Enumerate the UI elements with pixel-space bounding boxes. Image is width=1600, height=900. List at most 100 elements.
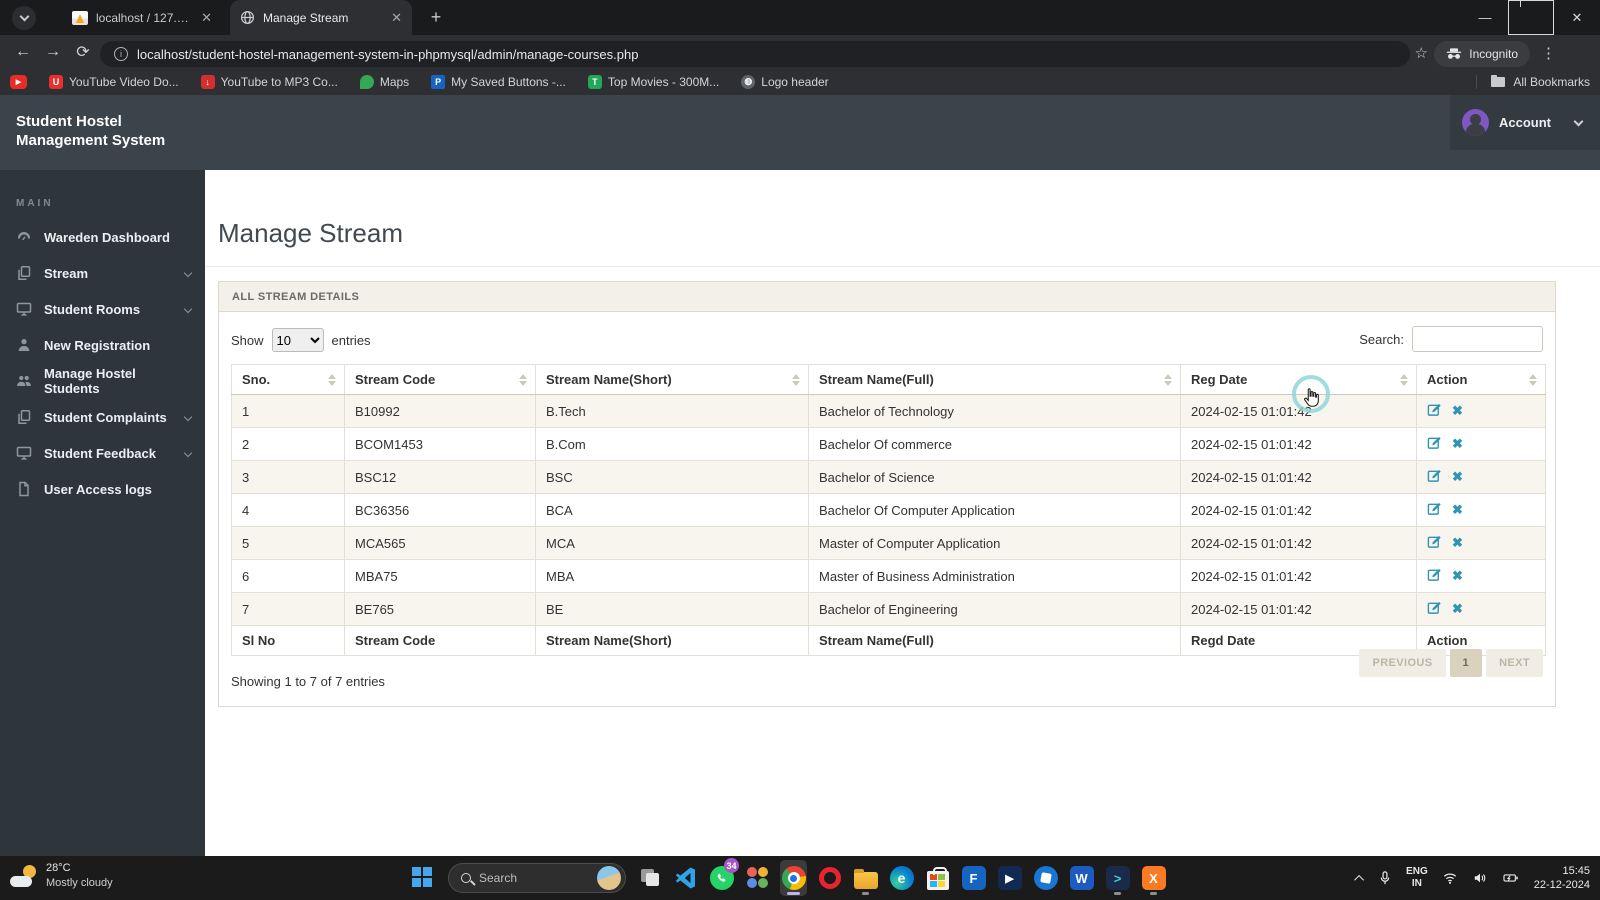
edit-icon[interactable] [1427,501,1442,519]
taskbar-icon-opera[interactable] [816,860,843,896]
col-header-sno[interactable]: Sno. [231,364,345,395]
volume-icon[interactable] [1472,871,1488,885]
reload-button[interactable]: ⟳ [68,42,98,62]
sidebar-item-student-complaints[interactable]: Student Complaints [0,399,205,435]
clock[interactable]: 15:45 22-12-2024 [1534,864,1590,892]
sidebar-item-manage-hostel-students[interactable]: Manage Hostel Students [0,363,205,399]
date-label: 22-12-2024 [1533,879,1590,891]
main-content: Manage Stream ALL STREAM DETAILS Show 10… [205,170,1600,856]
back-button[interactable]: ← [8,43,38,61]
microphone-icon[interactable] [1378,870,1392,886]
tab-title: Manage Stream [263,10,349,25]
sidebar-item-student-feedback[interactable]: Student Feedback [0,435,205,471]
tab-title: localhost / 127.0.0.1 / hostel | p [96,10,194,25]
taskbar-icon-camtasia[interactable]: ▶ [996,860,1023,896]
start-button[interactable] [412,867,433,888]
bookmark-label: YouTube Video Do... [69,74,179,89]
bookmark-top-movies-300m[interactable]: T Top Movies - 300M... [587,74,719,89]
taskbar-icon-vscode[interactable] [672,860,699,896]
edit-icon[interactable] [1427,402,1442,420]
sidebar-item-stream[interactable]: Stream [0,255,205,291]
sidebar-item-wareden-dashboard[interactable]: Wareden Dashboard [0,219,205,255]
edit-icon[interactable] [1427,468,1442,486]
window-close-button[interactable]: ✕ [1554,0,1600,35]
all-bookmarks-button[interactable]: All Bookmarks [1476,74,1590,89]
delete-icon[interactable]: ✖ [1452,502,1463,518]
new-tab-button[interactable]: + [424,6,448,30]
bookmark-youtube[interactable]: ▶ [10,74,27,89]
account-menu[interactable]: Account [1450,95,1600,150]
window-restore-button[interactable] [1508,0,1554,35]
col-header-stream-name-full[interactable]: Stream Name(Full) [808,364,1181,395]
close-icon[interactable]: ✕ [391,10,402,26]
wifi-icon[interactable] [1442,871,1458,885]
taskbar-icon-photos[interactable] [744,860,771,896]
sidebar: MAIN Wareden Dashboard Stream Student Room… [0,170,205,856]
cell-sno: 3 [231,460,345,494]
bookmark-logo-header[interactable]: ◍ Logo header [741,74,829,89]
taskbar-search[interactable]: Search [448,863,626,893]
browser-tab-phpmyadmin[interactable]: localhost / 127.0.0.1 / hostel | p ✕ [62,0,222,35]
forward-button[interactable]: → [38,43,68,61]
chevron-down-icon [1573,116,1584,126]
browser-menu-icon[interactable]: ⋮ [1541,41,1556,67]
delete-icon[interactable]: ✖ [1452,403,1463,419]
folder-icon [1491,74,1506,87]
delete-icon[interactable]: ✖ [1452,436,1463,452]
taskbar-icon-app-f[interactable]: F [960,860,987,896]
windows-taskbar: 28°C Mostly cloudy Search 34 e F ▶ W > X ENG IN… [0,856,1600,900]
tab-search-button[interactable] [12,6,36,30]
col-header-stream-code[interactable]: Stream Code [344,364,536,395]
col-header-stream-name-short[interactable]: Stream Name(Short) [535,364,809,395]
taskbar-icon-xampp[interactable]: X [1140,860,1167,896]
bookmarks-bar: ▶ U YouTube Video Do... ↓ YouTube to MP3 Co.… [0,68,1600,95]
delete-icon[interactable]: ✖ [1452,601,1463,617]
browser-tab-manage-stream[interactable]: Manage Stream ✕ [230,0,412,35]
notification-badge: 34 [724,858,739,873]
battery-icon[interactable] [1502,871,1520,885]
sidebar-item-student-rooms[interactable]: Student Rooms [0,291,205,327]
edit-icon[interactable] [1427,600,1442,618]
delete-icon[interactable]: ✖ [1452,568,1463,584]
taskbar-search-placeholder: Search [479,871,518,885]
paypal-icon: P [431,74,446,89]
taskbar-icon-edge[interactable]: e [888,860,915,896]
tray-expand-button[interactable] [1354,874,1365,885]
pagination-page-1-button[interactable]: 1 [1449,649,1483,677]
cell-sno: 6 [231,559,345,593]
window-minimize-button[interactable]: — [1462,0,1508,35]
taskbar-icon-terminal[interactable]: > [1104,860,1131,896]
taskbar-icon-blue-circle-app[interactable] [1032,860,1059,896]
sidebar-item-user-access-logs[interactable]: User Access logs [0,471,205,507]
taskbar-icon-chrome[interactable] [780,860,807,896]
sidebar-item-new-registration[interactable]: New Registration [0,327,205,363]
taskbar-icon-task-view[interactable] [636,860,663,896]
bookmark-star-icon[interactable]: ☆ [1415,41,1428,67]
delete-icon[interactable]: ✖ [1452,469,1463,485]
address-bar[interactable]: i localhost/student-hostel-management-sy… [100,41,1410,67]
copy-icon [16,409,32,425]
bookmark-youtube-to-mp3-co[interactable]: ↓ YouTube to MP3 Co... [200,74,338,89]
page-length-select[interactable]: 10 [271,328,324,352]
site-info-icon[interactable]: i [114,47,128,61]
delete-icon[interactable]: ✖ [1452,535,1463,551]
taskbar-icon-whatsapp[interactable]: 34 [708,858,739,896]
bookmark-my-saved-buttons[interactable]: P My Saved Buttons -... [431,74,566,89]
close-icon[interactable]: ✕ [201,10,212,26]
bookmark-maps[interactable]: Maps [359,74,409,89]
footer-stream-name-short: Stream Name(Short) [535,625,809,656]
cell-code: BCOM1453 [344,427,536,461]
search-input[interactable] [1412,326,1543,352]
edit-icon[interactable] [1427,567,1442,585]
bookmark-youtube-video-do[interactable]: U YouTube Video Do... [49,74,179,89]
taskbar-icon-word[interactable]: W [1068,860,1095,896]
col-header-action[interactable]: Action [1416,364,1546,395]
taskbar-icon-ms-store[interactable] [924,860,951,896]
edit-icon[interactable] [1427,435,1442,453]
edit-icon[interactable] [1427,534,1442,552]
taskbar-icon-file-explorer[interactable] [852,860,879,896]
language-indicator[interactable]: ENG IN [1406,866,1428,890]
pagination-next-button[interactable]: NEXT [1486,649,1543,677]
pagination-previous-button[interactable]: PREVIOUS [1359,649,1446,677]
weather-widget[interactable]: 28°C Mostly cloudy [10,861,113,891]
